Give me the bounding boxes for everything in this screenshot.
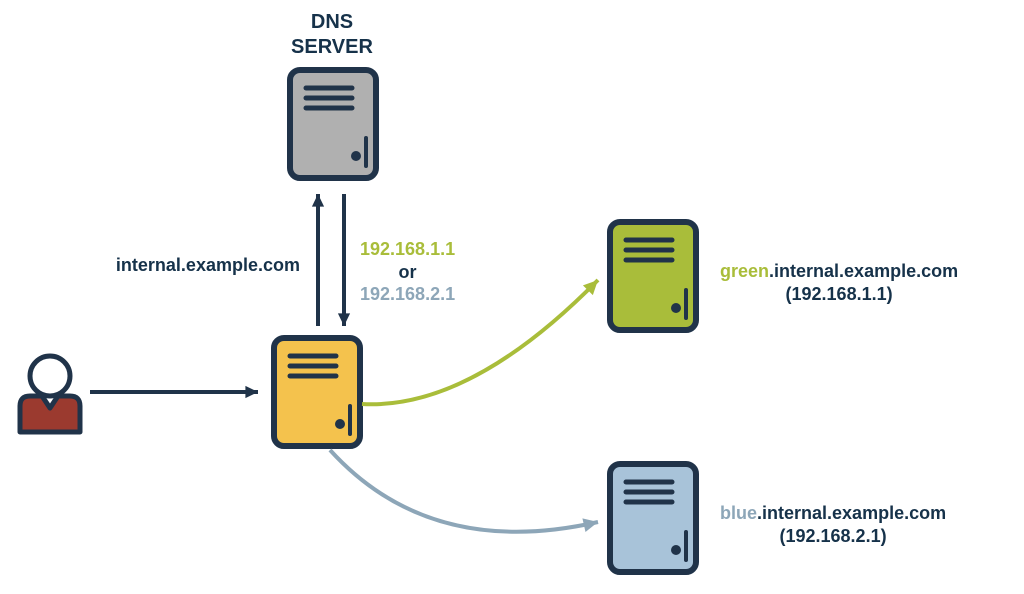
green-server-icon (610, 222, 696, 330)
green-server-label: green.internal.example.com (192.168.1.1) (720, 260, 958, 305)
user-icon (20, 356, 80, 432)
arrow-query-up (312, 194, 324, 326)
router-server-icon (274, 338, 360, 446)
dns-response-label: 192.168.1.1 or 192.168.2.1 (360, 238, 455, 306)
dns-server-icon (290, 70, 376, 178)
query-host-label: internal.example.com (80, 254, 300, 277)
arrow-to-blue (330, 450, 598, 532)
blue-server-label: blue.internal.example.com (192.168.2.1) (720, 502, 946, 547)
arrow-response-down (338, 194, 350, 326)
dns-server-label: DNSSERVER (262, 10, 402, 60)
arrow-user-to-router (90, 386, 258, 398)
blue-server-icon (610, 464, 696, 572)
